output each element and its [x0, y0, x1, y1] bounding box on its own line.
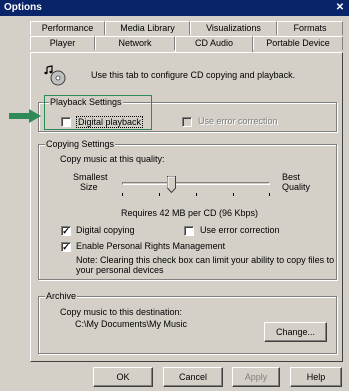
cancel-button[interactable]: Cancel [163, 367, 223, 387]
slider-tick [159, 193, 160, 196]
best-label: Best [282, 172, 301, 182]
tab-performance[interactable]: Performance [30, 21, 105, 35]
cd-music-icon [44, 65, 66, 86]
tab-row-front: Player Network CD Audio Portable Device [30, 36, 343, 52]
window-title: Options [4, 2, 42, 13]
digital-copying-label[interactable]: Digital copying [76, 225, 135, 235]
tab-row-back: Performance Media Library Visualizations… [30, 21, 343, 35]
playback-error-correction-checkbox[interactable] [182, 117, 192, 127]
tab-formats[interactable]: Formats [277, 21, 343, 35]
help-button[interactable]: Help [290, 367, 342, 387]
callout-box [44, 95, 152, 130]
destination-label: Copy music to this destination: [60, 307, 183, 317]
copy-error-correction-checkbox[interactable] [184, 226, 194, 236]
drm-checkbox[interactable]: ✓ [61, 242, 71, 252]
copying-settings-title: Copying Settings [45, 139, 116, 149]
quality-label: Copy music at this quality: [60, 154, 165, 164]
copy-error-correction-label[interactable]: Use error correction [200, 225, 280, 235]
drm-note-line-1: Note: Clearing this check box can limit … [76, 255, 335, 265]
quality-slider-track[interactable] [122, 182, 270, 185]
close-icon[interactable]: ✕ [333, 0, 347, 16]
tab-player[interactable]: Player [30, 36, 95, 50]
drm-label[interactable]: Enable Personal Rights Management [76, 241, 225, 251]
size-label: Size [80, 182, 98, 192]
apply-button[interactable]: Apply [232, 367, 280, 387]
requirement-text: Requires 42 MB per CD (96 Kbps) [121, 208, 259, 218]
slider-tick [122, 193, 123, 196]
tab-visualizations[interactable]: Visualizations [190, 21, 277, 35]
smallest-label: Smallest [73, 172, 108, 182]
destination-path: C:\My Documents\My Music [75, 319, 188, 329]
tab-network[interactable]: Network [95, 36, 175, 50]
tab-cd-audio[interactable]: CD Audio [175, 36, 253, 52]
tab-media-library[interactable]: Media Library [105, 21, 190, 35]
title-bar: Options ✕ [0, 0, 349, 16]
slider-tick [269, 193, 270, 196]
change-button[interactable]: Change... [264, 322, 327, 342]
quality-slider-thumb[interactable] [166, 176, 176, 193]
options-dialog: Options ✕ Performance Media Library Visu… [0, 0, 349, 391]
archive-title: Archive [45, 291, 78, 301]
quality-max-label: Quality [282, 182, 311, 192]
ok-button[interactable]: OK [93, 367, 153, 387]
intro-text: Use this tab to configure CD copying and… [91, 70, 296, 80]
slider-tick [196, 193, 197, 196]
green-arrow-icon [9, 109, 41, 123]
drm-note-line-2: your personal devices [76, 265, 164, 275]
tab-portable-device[interactable]: Portable Device [253, 36, 343, 50]
slider-tick [233, 193, 234, 196]
digital-copying-checkbox[interactable]: ✓ [61, 226, 71, 236]
playback-error-correction-label: Use error correction [198, 116, 278, 126]
